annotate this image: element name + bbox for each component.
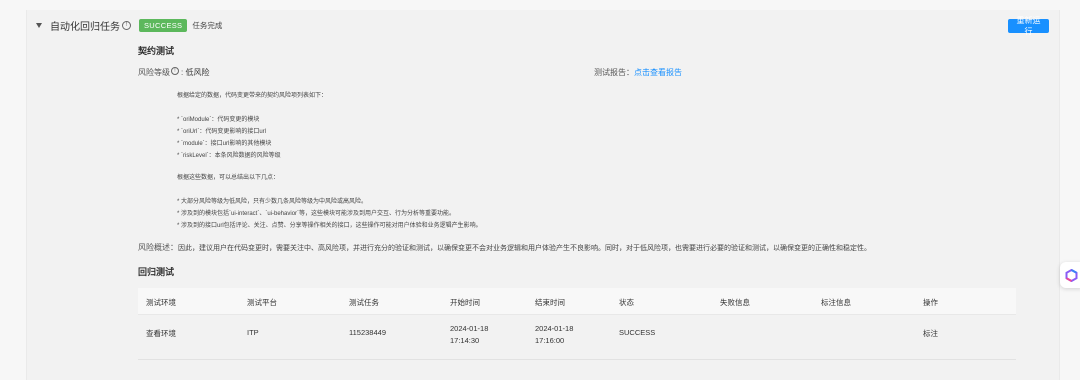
column-header: 测试任务 xyxy=(349,298,379,307)
status-text: 任务完成 xyxy=(192,20,223,30)
assistant-logo-icon xyxy=(1065,268,1077,282)
column-header: 测试平台 xyxy=(247,298,277,307)
analysis-line: 根据给定的数据，代码变更带来的契约风险项列表如下： xyxy=(177,93,328,99)
column-header: 开始时间 xyxy=(450,298,480,307)
task-header: 自动化回归任务 ! SUCCESS 任务完成 xyxy=(36,14,222,36)
analysis-line: * `module`：接口url影响的其他模块 xyxy=(177,141,272,147)
table-header: 测试环境 测试平台 测试任务 开始时间 结束时间 状态 失败信息 标注信息 操作 xyxy=(138,288,1016,315)
platform-cell: ITP xyxy=(247,328,259,337)
analysis-line: * 大部分风险等级为低风险，只有少数几条风险等级为中风险或高风险。 xyxy=(177,199,368,205)
assistant-float-button[interactable] xyxy=(1060,262,1080,288)
column-header: 操作 xyxy=(923,298,938,307)
analysis-line: * `riskLevel`：本条风险数据的风险等级 xyxy=(177,153,281,159)
risk-summary-label: 风险概述： xyxy=(138,243,178,252)
risk-summary-text: 因此，建议用户在代码变更时，需要关注中、高风险项，并进行充分的验证和测试，以确保… xyxy=(178,245,871,252)
table-row: 查看环境 ITP 115238449 2024-01-18 17:14:30 2… xyxy=(138,315,1016,360)
analysis-line: * `oriModule`：代码变更的模块 xyxy=(177,117,260,123)
view-env-link[interactable]: 查看环境 xyxy=(146,328,176,339)
risk-level: 风险等级!: 低风险 xyxy=(138,67,210,77)
status-cell: SUCCESS xyxy=(619,328,656,337)
column-header: 测试环境 xyxy=(146,298,176,307)
caret-down-icon[interactable] xyxy=(36,22,42,28)
test-report: 测试报告：点击查看报告 xyxy=(594,67,682,78)
analysis-line: * `oriUrl`：代码变更影响的接口url xyxy=(177,129,266,135)
rerun-button[interactable]: 重新运行 xyxy=(1008,16,1049,36)
view-report-link[interactable]: 点击查看报告 xyxy=(634,68,682,77)
column-header: 状态 xyxy=(619,298,634,307)
status-badge: SUCCESS xyxy=(139,18,188,32)
analysis-line: * 涉及到的模块包括`ui-interact`、`ui-behavior`等，这… xyxy=(177,211,456,217)
analysis-line: * 涉及到的接口url包括评论、关注、点赞、分享等操作相关的接口，这些操作可能对… xyxy=(177,223,482,229)
info-icon[interactable]: ! xyxy=(171,67,179,75)
task-id-link[interactable]: 115238449 xyxy=(349,328,386,337)
end-time-cell: 2024-01-18 17:16:00 xyxy=(535,323,573,347)
column-header: 结束时间 xyxy=(535,298,565,307)
risk-level-value: 低风险 xyxy=(185,68,210,77)
risk-summary: 风险概述：因此，建议用户在代码变更时，需要关注中、高风险项，并进行充分的验证和测… xyxy=(138,242,871,253)
task-title: 自动化回归任务 xyxy=(50,21,120,33)
column-header: 标注信息 xyxy=(821,298,851,307)
info-icon[interactable]: ! xyxy=(122,20,131,30)
end-time: 17:16:00 xyxy=(535,336,565,345)
risk-level-label: 风险等级 xyxy=(138,68,170,77)
mark-action-link[interactable]: 标注 xyxy=(923,328,938,339)
column-header: 失败信息 xyxy=(720,298,750,307)
regression-section-title: 回归测试 xyxy=(138,267,175,277)
start-date: 2024-01-18 xyxy=(450,324,489,333)
contract-section-title: 契约测试 xyxy=(138,46,175,56)
analysis-line: 根据这些数据，可以总结出以下几点： xyxy=(177,175,280,181)
end-date: 2024-01-18 xyxy=(535,324,574,333)
test-report-label: 测试报告： xyxy=(594,68,634,77)
start-time: 17:14:30 xyxy=(450,336,480,345)
start-time-cell: 2024-01-18 17:14:30 xyxy=(450,323,488,347)
